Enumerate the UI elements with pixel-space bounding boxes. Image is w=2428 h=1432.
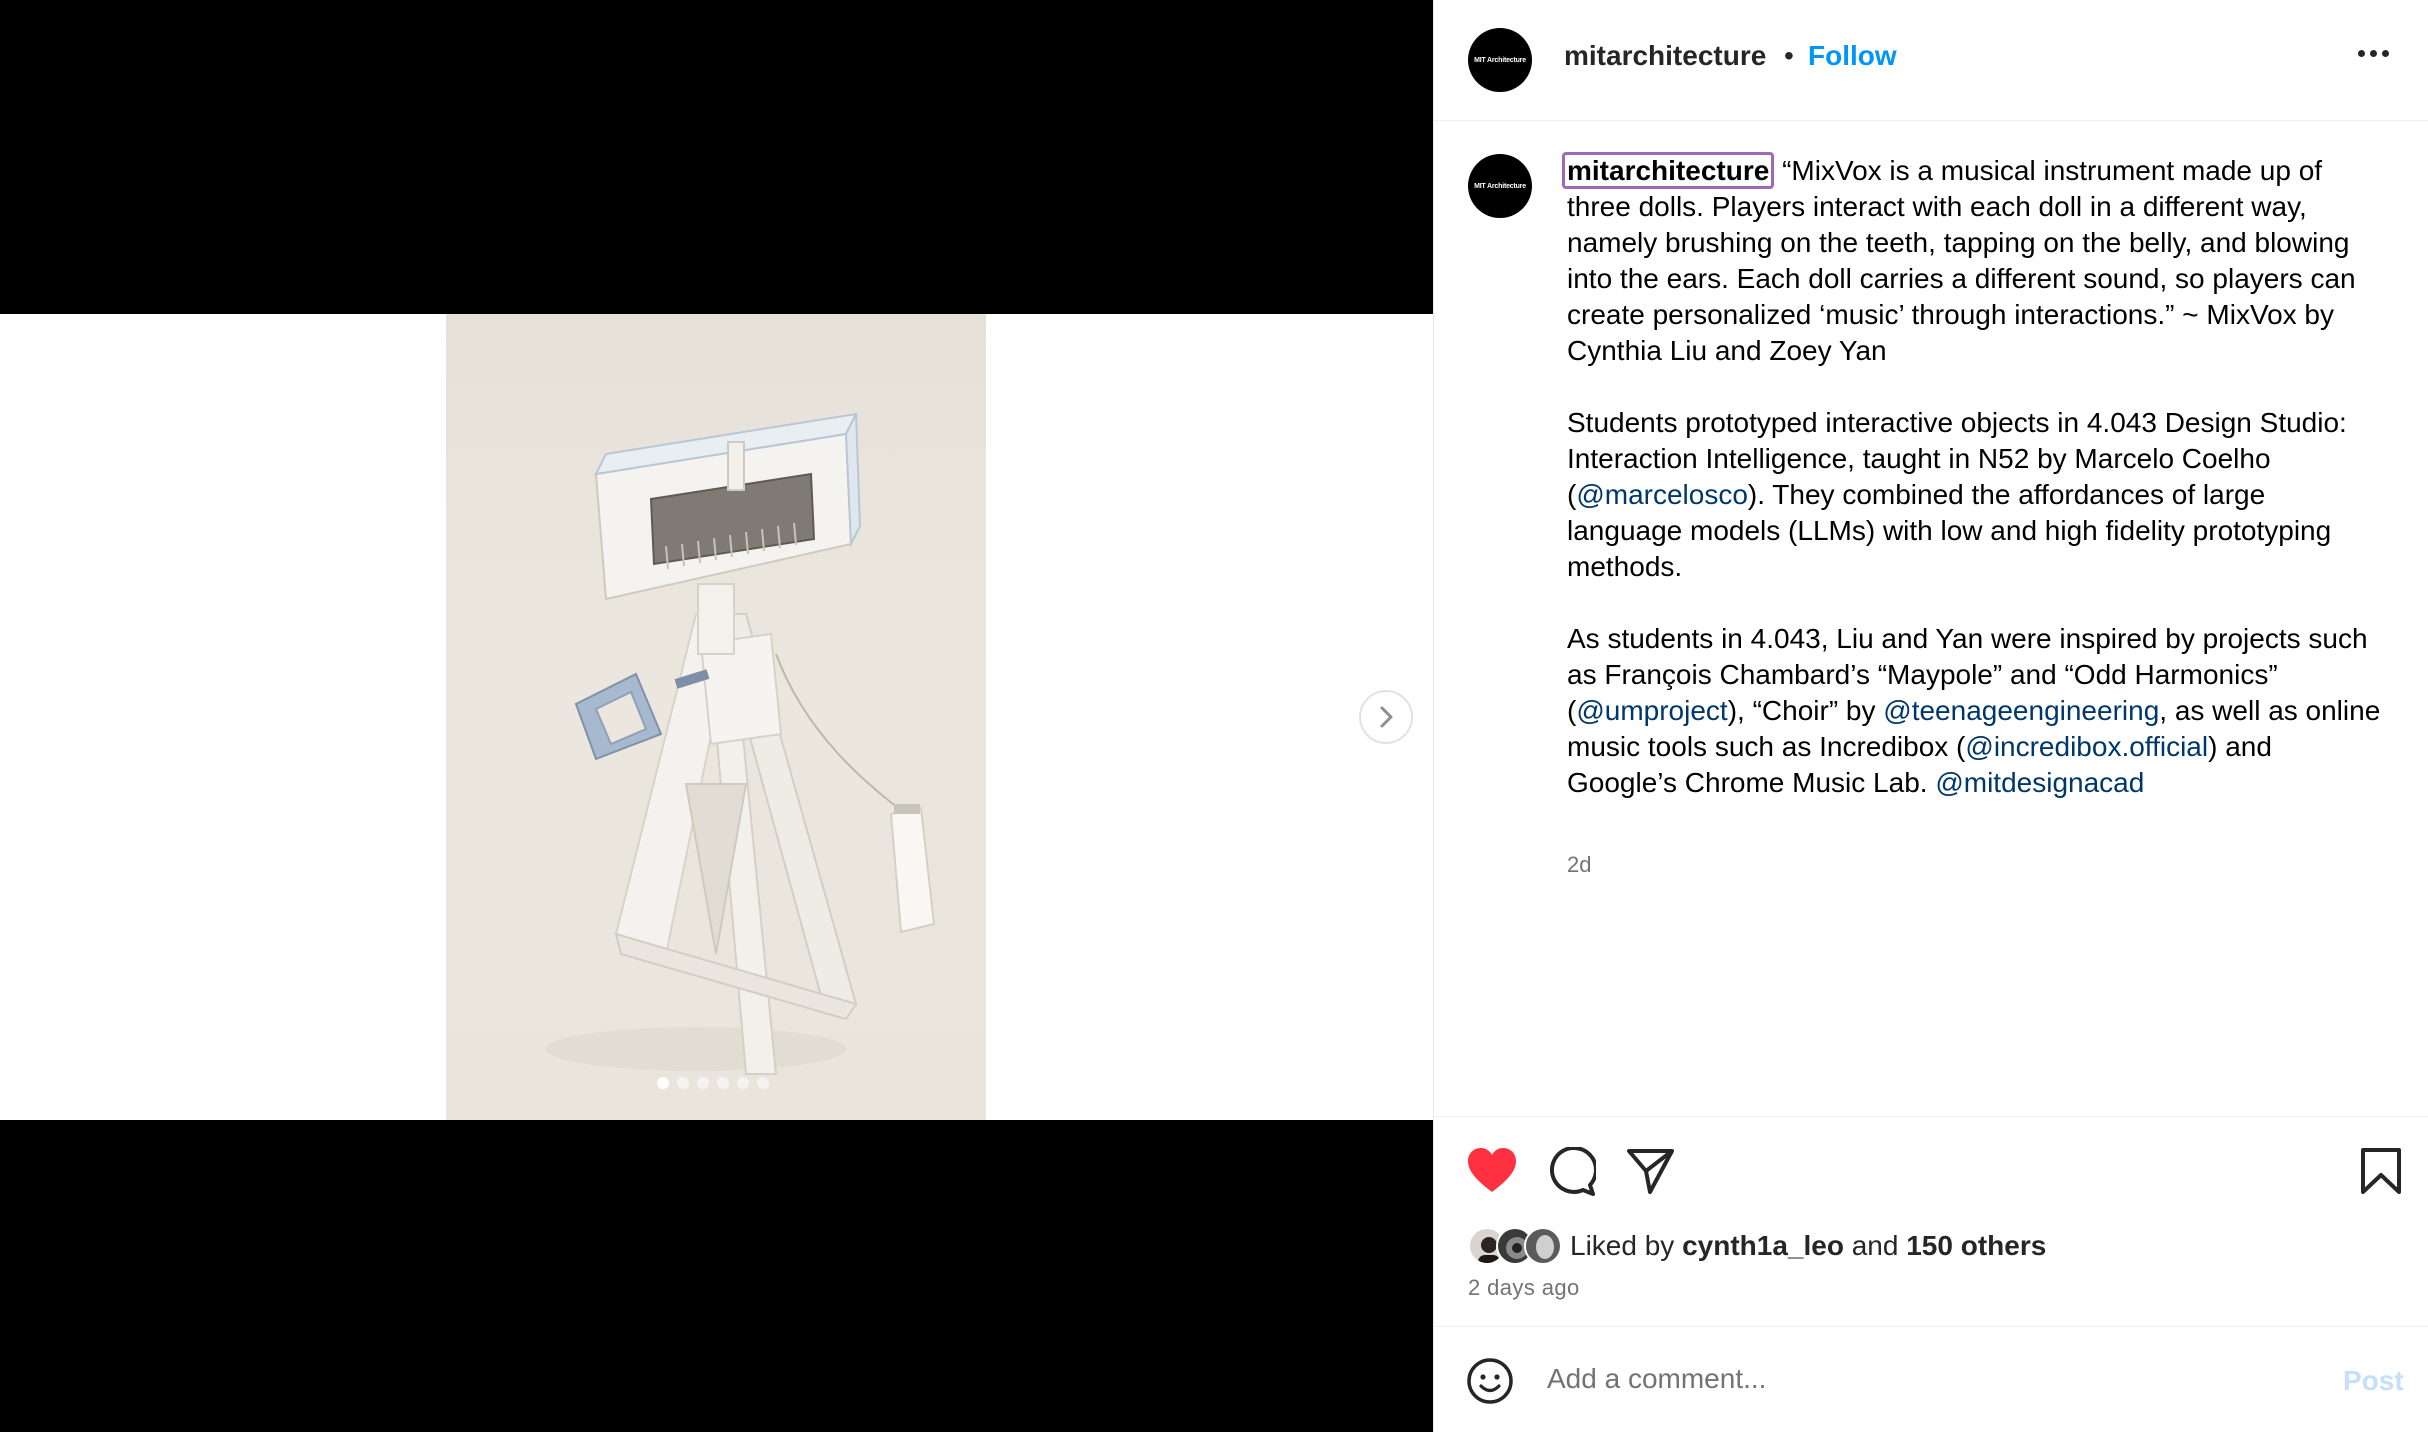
post-header: MIT Architecture mitarchitecture • Follo…	[1434, 0, 2428, 121]
mention-link[interactable]: @marcelosco	[1576, 479, 1748, 510]
more-dot	[2370, 50, 2377, 57]
more-options-icon[interactable]	[2358, 50, 2389, 57]
post-details-panel: MIT Architecture mitarchitecture • Follo…	[1433, 0, 2428, 1432]
liked-by-and: and	[1843, 1230, 1907, 1261]
liked-by-user[interactable]: cynth1a_leo	[1682, 1230, 1844, 1261]
caption-paragraph-3: As students in 4.043, Liu and Yan were i…	[1567, 621, 2387, 801]
header-username[interactable]: mitarchitecture	[1564, 40, 1766, 72]
post-caption: mitarchitecture “MixVox is a musical ins…	[1562, 152, 2387, 801]
post-actions: Liked by cynth1a_leo and 150 others 2 da…	[1434, 1116, 2428, 1326]
caption-avatar[interactable]: MIT Architecture	[1468, 154, 1532, 218]
post-date[interactable]: 2 days ago	[1468, 1275, 1580, 1301]
likes-text: Liked by cynth1a_leo and 150 others	[1570, 1230, 2046, 1262]
comment-icon[interactable]	[1546, 1146, 1598, 1202]
post-media	[0, 0, 1433, 1432]
carousel-next-button[interactable]	[1359, 690, 1413, 744]
avatar-logo-text: MIT Architecture	[1474, 56, 1526, 64]
mixvox-object-illustration	[546, 412, 936, 1075]
mention-link[interactable]: @mitdesignacad	[1935, 767, 2144, 798]
post-photo[interactable]	[446, 314, 986, 1120]
bookmark-icon[interactable]	[2360, 1147, 2402, 1200]
avatar-logo-text: MIT Architecture	[1474, 182, 1526, 190]
header-separator: •	[1784, 40, 1794, 71]
more-dot	[2382, 50, 2389, 57]
heart-icon[interactable]	[1466, 1147, 1518, 1200]
carousel-dot	[737, 1077, 749, 1089]
comment-input[interactable]	[1547, 1351, 2297, 1407]
carousel-dot	[697, 1077, 709, 1089]
mention-link[interactable]: @umproject	[1576, 695, 1727, 726]
caption-paragraph-1: mitarchitecture “MixVox is a musical ins…	[1562, 152, 2387, 369]
caption-username[interactable]: mitarchitecture	[1562, 152, 1775, 189]
follow-button[interactable]: Follow	[1808, 40, 1897, 72]
likes-summary: Liked by cynth1a_leo and 150 others	[1468, 1227, 2046, 1265]
mention-link[interactable]: @incredibox.official	[1965, 731, 2208, 762]
post-comment-button[interactable]: Post	[2343, 1365, 2404, 1397]
profile-avatar[interactable]: MIT Architecture	[1468, 28, 1532, 92]
carousel-dot	[757, 1077, 769, 1089]
carousel-dot	[677, 1077, 689, 1089]
liked-by-others[interactable]: 150 others	[1906, 1230, 2046, 1261]
carousel-indicators	[657, 1077, 769, 1089]
more-dot	[2358, 50, 2365, 57]
caption-text: ), “Choir” by	[1727, 695, 1884, 726]
carousel-dot	[657, 1077, 669, 1089]
chevron-right-icon	[1380, 706, 1393, 728]
comment-bar: Post	[1434, 1326, 2428, 1432]
share-icon[interactable]	[1626, 1147, 1676, 1200]
emoji-icon[interactable]	[1466, 1357, 1514, 1410]
caption-paragraph-2: Students prototyped interactive objects …	[1567, 405, 2387, 585]
liked-by-prefix: Liked by	[1570, 1230, 1683, 1261]
carousel-dot	[717, 1077, 729, 1089]
liker-avatar[interactable]	[1524, 1227, 1562, 1265]
caption-timestamp[interactable]: 2d	[1567, 852, 1591, 878]
mention-link[interactable]: @teenageengineering	[1883, 695, 2159, 726]
